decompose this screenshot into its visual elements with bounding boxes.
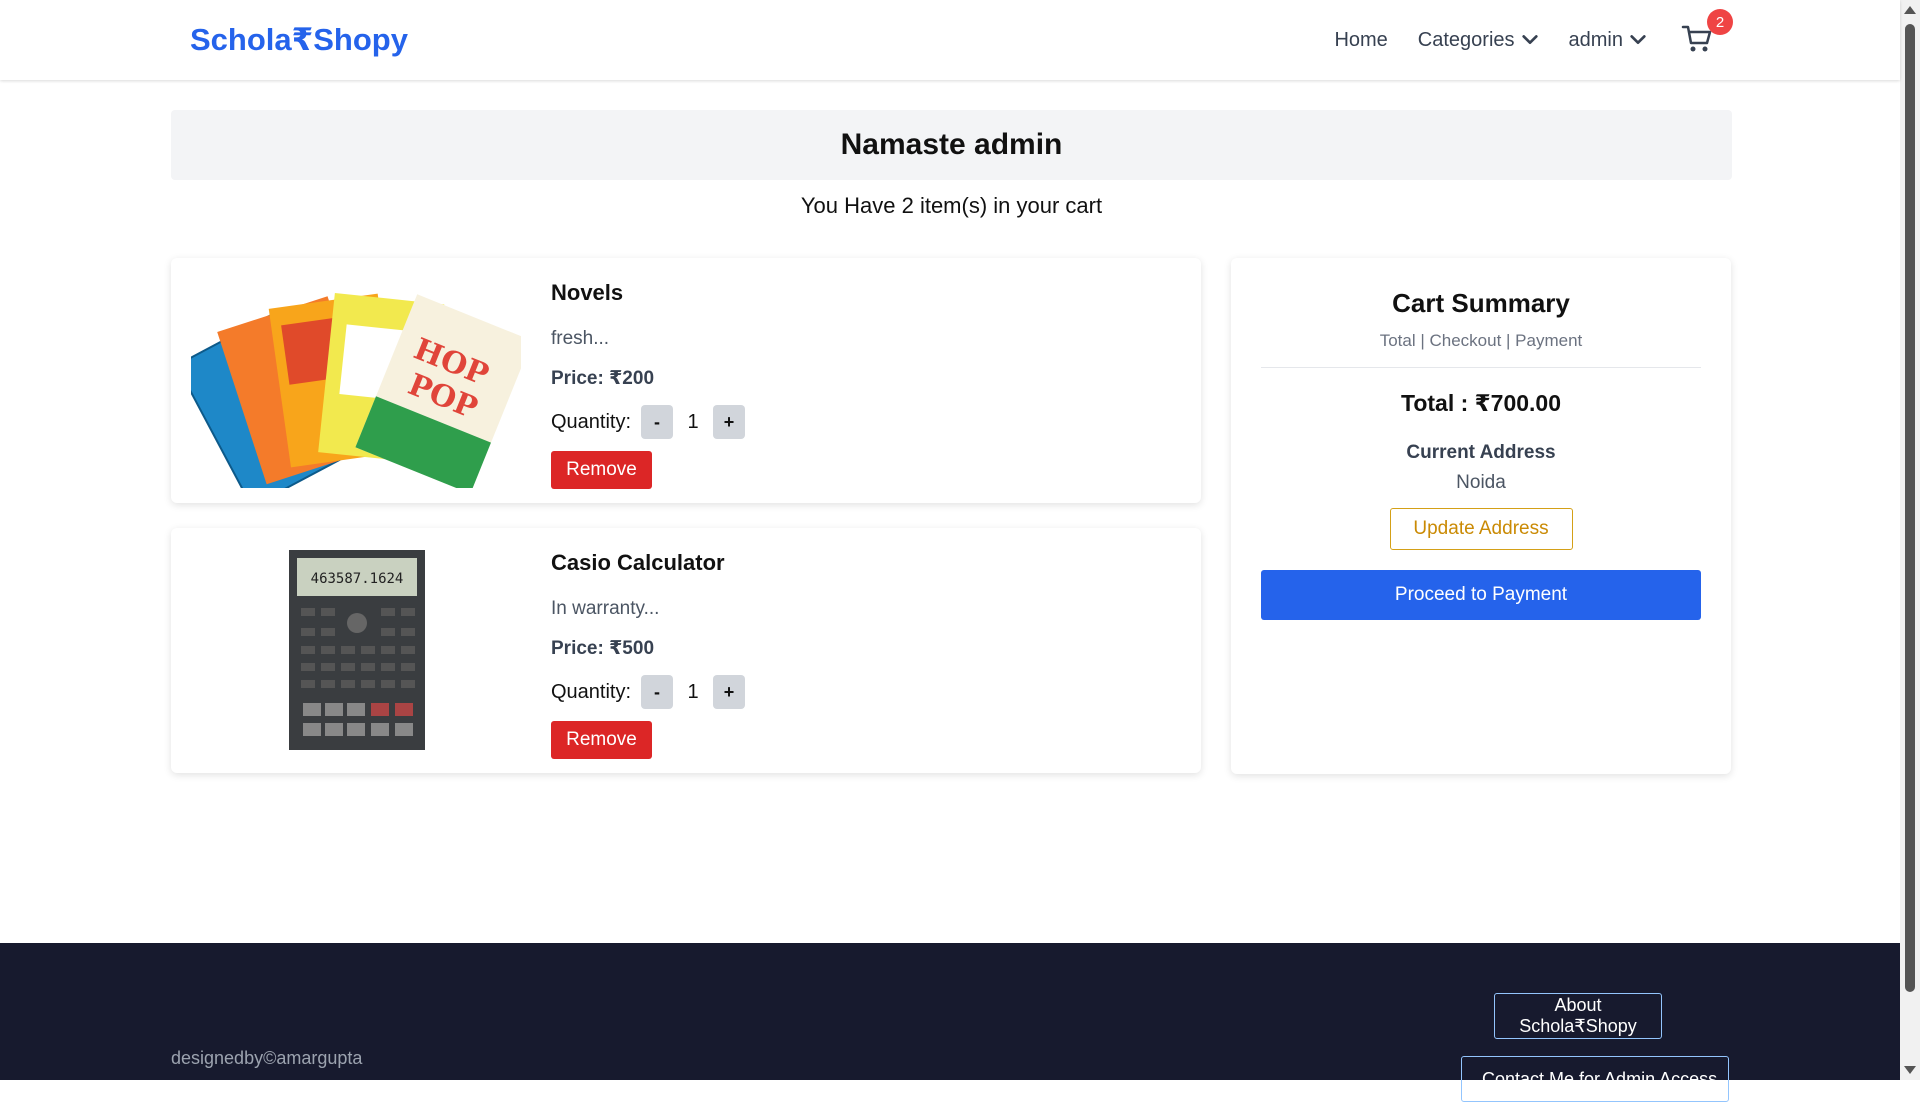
quantity-row: Quantity: - 1 + bbox=[551, 405, 746, 439]
nav-home-label: Home bbox=[1334, 28, 1388, 51]
scrollbar-thumb[interactable] bbox=[1905, 24, 1915, 992]
remove-item-button[interactable]: Remove bbox=[551, 451, 652, 489]
footer-credit: designedby©amargupta bbox=[171, 1048, 363, 1068]
greeting-banner: Namaste admin bbox=[171, 110, 1732, 180]
cart-count-text: You Have 2 item(s) in your cart bbox=[800, 193, 1103, 218]
cart-button[interactable]: 2 bbox=[1681, 9, 1733, 57]
scroll-up-arrow-icon[interactable] bbox=[1904, 6, 1916, 14]
chevron-down-icon bbox=[1521, 35, 1538, 45]
quantity-value: 1 bbox=[687, 680, 699, 703]
item-price: Price: ₹500 bbox=[551, 638, 655, 659]
address-label: Current Address bbox=[1406, 442, 1556, 463]
address-value: Noida bbox=[1456, 472, 1506, 493]
nav-user-label: admin bbox=[1568, 28, 1623, 51]
quantity-increase-button[interactable]: + bbox=[713, 675, 746, 709]
cart-summary-title: Cart Summary bbox=[1392, 288, 1570, 318]
quantity-value: 1 bbox=[687, 410, 699, 433]
nav-home[interactable]: Home bbox=[1334, 29, 1387, 52]
chevron-down-icon bbox=[1630, 35, 1646, 45]
calculator-image: 463587.1624 bbox=[289, 550, 425, 750]
scroll-down-arrow-icon[interactable] bbox=[1904, 1066, 1916, 1074]
cart-total: Total : ₹700.00 bbox=[1400, 390, 1562, 416]
cart-item: 463587.1624 Casio Calculator In warranty… bbox=[171, 528, 1201, 773]
nav-links: Home Categories admin 2 bbox=[1334, 0, 1733, 80]
cart-item: HOP POP Novels fresh... Price: ₹200 Quant… bbox=[171, 258, 1201, 503]
nav-user-menu[interactable]: admin bbox=[1569, 29, 1647, 52]
contact-admin-button[interactable]: Contact Me for Admin Access bbox=[1461, 1056, 1729, 1102]
item-name: Novels bbox=[551, 280, 624, 305]
item-info: Novels fresh... Price: ₹200 Quantity: - … bbox=[551, 280, 746, 489]
footer: designedby©amargupta About Schola₹Shopy … bbox=[0, 943, 1900, 1102]
page-scrollbar[interactable] bbox=[1900, 0, 1920, 1080]
item-name: Casio Calculator bbox=[551, 550, 725, 575]
quantity-increase-button[interactable]: + bbox=[713, 405, 746, 439]
quantity-label: Quantity: bbox=[551, 680, 632, 703]
svg-text:463587.1624: 463587.1624 bbox=[311, 571, 404, 587]
greeting-text: Namaste admin bbox=[840, 128, 1063, 161]
item-description: fresh... bbox=[551, 328, 610, 349]
cart-summary-subtitle: Total | Checkout | Payment bbox=[1379, 331, 1583, 350]
about-button[interactable]: About Schola₹Shopy bbox=[1494, 993, 1662, 1039]
item-price: Price: ₹200 bbox=[551, 368, 655, 389]
cart-summary-panel: Cart Summary Total | Checkout | Payment … bbox=[1231, 258, 1731, 774]
remove-item-button[interactable]: Remove bbox=[551, 721, 652, 759]
cart-count-badge: 2 bbox=[1707, 9, 1733, 35]
proceed-to-payment-button[interactable]: Proceed to Payment bbox=[1261, 570, 1701, 620]
quantity-label: Quantity: bbox=[551, 410, 632, 433]
update-address-button[interactable]: Update Address bbox=[1389, 508, 1573, 550]
navbar: Schola₹Shopy Home Categories admin 2 bbox=[0, 0, 1900, 80]
quantity-decrease-button[interactable]: - bbox=[641, 405, 674, 439]
nav-categories[interactable]: Categories bbox=[1418, 29, 1539, 52]
novels-image: HOPPOP bbox=[191, 292, 521, 488]
quantity-row: Quantity: - 1 + bbox=[551, 675, 746, 709]
item-description: In warranty... bbox=[551, 598, 660, 619]
quantity-decrease-button[interactable]: - bbox=[641, 675, 674, 709]
divider bbox=[1261, 367, 1701, 368]
nav-categories-label: Categories bbox=[1417, 28, 1515, 51]
brand-logo[interactable]: Schola₹Shopy bbox=[190, 22, 408, 58]
item-info: Casio Calculator In warranty... Price: ₹… bbox=[551, 550, 746, 759]
